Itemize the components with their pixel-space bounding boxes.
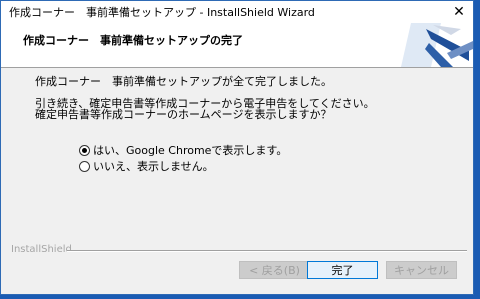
wizard-header: 作成コーナー 事前準備セットアップの完了 (1, 23, 473, 68)
back-button[interactable]: < 戻る(B) (239, 261, 310, 279)
question-message: 確定申告書等作成コーナーのホームページを表示しますか？ (35, 108, 332, 121)
finish-button[interactable]: 完了 (307, 261, 378, 279)
installshield-logo-graphic (391, 23, 473, 67)
radio-button-selected-icon[interactable] (79, 144, 90, 156)
footer-divider (67, 250, 467, 252)
header-title: 作成コーナー 事前準備セットアップの完了 (23, 34, 243, 47)
content-area: 作成コーナー 事前準備セットアップが全て完了しました。 引き続き、確定申告書等作… (1, 68, 473, 243)
title-bar[interactable]: 作成コーナー 事前準備セットアップ - InstallShield Wizard… (1, 1, 473, 23)
close-button[interactable]: ✕ (445, 1, 473, 23)
installshield-brand-label: InstallShield (11, 244, 72, 255)
installer-window: 作成コーナー 事前準備セットアップ - InstallShield Wizard… (0, 0, 474, 295)
radio-option-yes[interactable]: はい、Google Chromeで表示します。 (79, 142, 287, 158)
radio-option-no-label: いいえ、表示しません。 (93, 160, 214, 173)
window-title: 作成コーナー 事前準備セットアップ - InstallShield Wizard (9, 6, 315, 19)
cancel-button[interactable]: キャンセル (386, 261, 457, 279)
radio-option-no[interactable]: いいえ、表示しません。 (79, 158, 214, 174)
radio-option-yes-label: はい、Google Chromeで表示します。 (93, 144, 288, 157)
completion-message: 作成コーナー 事前準備セットアップが全て完了しました。 (35, 75, 332, 88)
radio-button-unselected-icon[interactable] (79, 160, 90, 172)
